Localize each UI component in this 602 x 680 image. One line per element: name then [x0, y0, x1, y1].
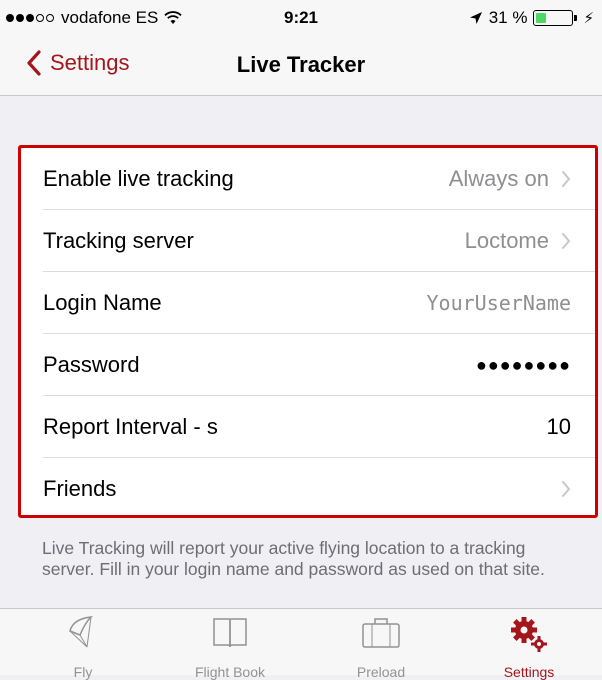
battery-icon — [533, 10, 574, 26]
tab-label: Fly — [73, 664, 93, 680]
row-label: Tracking server — [43, 228, 194, 253]
live-tracking-settings-group: Enable live tracking Always on Tracking … — [18, 145, 598, 518]
chevron-right-icon — [562, 171, 571, 187]
row-label: Login Name — [43, 290, 162, 315]
tab-settings[interactable]: Settings — [454, 609, 602, 680]
location-arrow-icon — [469, 12, 482, 24]
login-name-row[interactable]: Login Name YourUserName — [21, 272, 595, 334]
suitcase-icon — [362, 618, 400, 648]
gears-icon — [511, 617, 547, 652]
nav-bar: Settings Live Tracker — [0, 36, 602, 96]
tab-preload[interactable]: Preload — [306, 609, 456, 680]
row-label: Password — [43, 352, 140, 377]
battery-tip — [574, 15, 578, 21]
report-interval-row[interactable]: Report Interval - s 10 — [21, 396, 595, 458]
row-label: Enable live tracking — [43, 166, 234, 191]
row-value: Loctome — [464, 228, 549, 253]
battery-percent: 31 % — [488, 8, 528, 27]
tab-flight-book[interactable]: Flight Book — [155, 609, 305, 680]
friends-row[interactable]: Friends — [21, 458, 595, 520]
report-interval-field[interactable]: 10 — [547, 414, 571, 440]
row-label: Friends — [43, 476, 117, 501]
tab-label: Preload — [356, 664, 406, 680]
enable-live-tracking-row[interactable]: Enable live tracking Always on — [21, 148, 595, 210]
tab-bar: Fly Flight Book Preload Settings — [0, 608, 602, 680]
chevron-right-icon — [562, 233, 571, 249]
battery-level — [536, 13, 547, 23]
page-title: Live Tracker — [236, 52, 366, 77]
book-icon — [213, 618, 247, 648]
tab-fly[interactable]: Fly — [8, 609, 158, 680]
status-right: 31 % ⚡ — [469, 8, 594, 28]
password-field[interactable]: ●●●●●●●● — [476, 355, 571, 376]
row-value: Always on — [448, 166, 549, 191]
status-bar: vodafone ES 9:21 31 % ⚡ — [0, 0, 602, 36]
tab-label: Settings — [503, 664, 555, 680]
charging-icon: ⚡ — [583, 10, 594, 27]
tab-label: Flight Book — [194, 664, 266, 680]
paraglider-icon — [69, 616, 94, 648]
password-row[interactable]: Password ●●●●●●●● — [21, 334, 595, 396]
chevron-right-icon — [562, 481, 571, 497]
row-label: Report Interval - s — [43, 414, 218, 439]
login-name-field[interactable]: YourUserName — [427, 291, 572, 315]
tracking-server-row[interactable]: Tracking server Loctome — [21, 210, 595, 272]
footer-note: Live Tracking will report your active fl… — [42, 538, 545, 579]
